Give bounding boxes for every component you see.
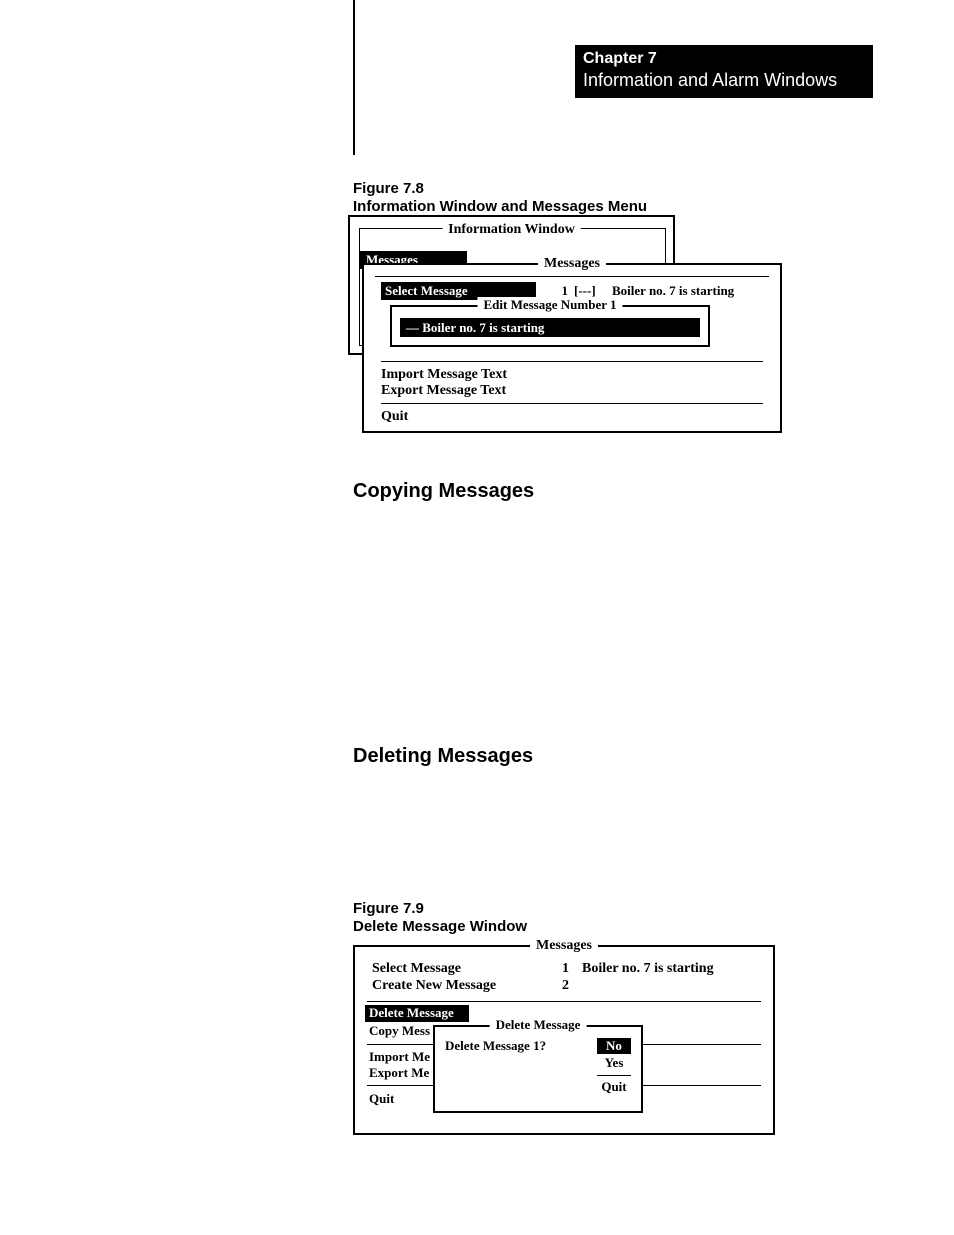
create-new-message-label: Create New Message <box>372 978 562 994</box>
messages-panel: Messages Select Message 1 [---] Boiler n… <box>362 263 782 433</box>
edit-message-box: Edit Message Number 1 — Boiler no. 7 is … <box>390 305 710 347</box>
delete-dialog-title: Delete Message <box>490 1017 587 1033</box>
figure-number: Figure 7.9 <box>353 900 424 917</box>
messages-panel-title: Messages <box>538 256 606 272</box>
delete-dialog-no[interactable]: No <box>597 1038 631 1054</box>
select-message-label: Select Message <box>372 961 562 977</box>
figure-title: Information Window and Messages Menu <box>353 198 647 215</box>
divider <box>381 403 763 404</box>
delete-dialog-quit[interactable]: Quit <box>597 1079 631 1095</box>
edit-message-title: Edit Message Number 1 <box>477 297 622 313</box>
import-message-text[interactable]: Import Message Text <box>381 367 507 383</box>
select-message-text: Boiler no. 7 is starting <box>612 282 763 300</box>
divider <box>367 1001 761 1002</box>
import-message-text[interactable]: Import Me <box>369 1049 430 1065</box>
quit-item[interactable]: Quit <box>369 1091 394 1107</box>
page: Chapter 7 Information and Alarm Windows … <box>0 0 954 1235</box>
figure-number: Figure 7.8 <box>353 180 424 197</box>
chapter-title: Information and Alarm Windows <box>583 69 865 91</box>
select-message-number: 1 <box>562 961 582 977</box>
messages-panel-title: Messages <box>530 938 598 954</box>
select-message-row[interactable]: Select Message 1 Boiler no. 7 is startin… <box>372 961 756 977</box>
section-deleting-messages: Deleting Messages <box>353 745 533 768</box>
messages-panel-rule <box>375 276 769 277</box>
information-window-title: Information Window <box>442 222 581 238</box>
quit-item[interactable]: Quit <box>381 409 408 425</box>
figure-7-8-caption: Figure 7.8 Information Window and Messag… <box>353 180 647 216</box>
select-message-text: Boiler no. 7 is starting <box>582 961 756 977</box>
section-copying-messages: Copying Messages <box>353 480 534 503</box>
delete-dialog-question-row: Delete Message 1? No <box>445 1038 631 1054</box>
header-rule <box>353 0 355 155</box>
divider <box>381 361 763 362</box>
delete-dialog-yes[interactable]: Yes <box>597 1055 631 1071</box>
figure-7-8: Information Window Messages Messages Sel… <box>348 215 788 435</box>
export-message-text[interactable]: Export Message Text <box>381 383 506 399</box>
divider <box>597 1075 631 1076</box>
chapter-label: Chapter 7 <box>583 49 865 69</box>
chapter-box: Chapter 7 Information and Alarm Windows <box>575 45 873 98</box>
figure-title: Delete Message Window <box>353 918 527 935</box>
delete-message-item[interactable]: Delete Message <box>365 1005 469 1022</box>
figure-7-9-caption: Figure 7.9 Delete Message Window <box>353 900 527 936</box>
delete-dialog-question: Delete Message 1? <box>445 1038 597 1054</box>
edit-message-field[interactable]: — Boiler no. 7 is starting <box>400 318 700 337</box>
messages-panel: Messages Select Message 1 Boiler no. 7 i… <box>353 945 775 1135</box>
delete-message-dialog: Delete Message Delete Message 1? No Yes … <box>433 1025 643 1113</box>
export-message-text[interactable]: Export Me <box>369 1065 429 1081</box>
copy-message-item[interactable]: Copy Mess <box>369 1023 430 1039</box>
create-new-message-number: 2 <box>562 978 582 994</box>
create-new-message-row[interactable]: Create New Message 2 <box>372 978 756 994</box>
